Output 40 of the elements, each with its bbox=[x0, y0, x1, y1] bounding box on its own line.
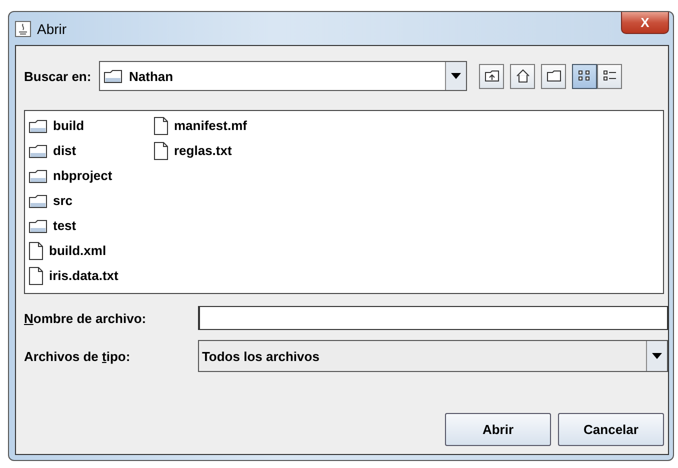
look-in-dropdown[interactable]: Nathan bbox=[99, 61, 467, 91]
window-title: Abrir bbox=[37, 20, 67, 36]
folder-icon bbox=[546, 68, 562, 84]
file-icon bbox=[154, 142, 168, 160]
caret-icon bbox=[652, 353, 662, 359]
view-toggle-button[interactable] bbox=[597, 64, 622, 88]
file-name-label: Nombre de archivo: bbox=[24, 310, 148, 326]
folder-name[interactable]: dist bbox=[53, 143, 76, 158]
file-type-label: Archivos de tipo: bbox=[24, 348, 132, 364]
file-name[interactable]: manifest.mf bbox=[174, 118, 247, 133]
close-button[interactable]: X bbox=[621, 12, 669, 34]
folder-name[interactable]: src bbox=[53, 193, 73, 208]
file-icon bbox=[29, 242, 43, 260]
caret-icon bbox=[451, 73, 461, 79]
folder-icon bbox=[29, 118, 47, 132]
folder-icon bbox=[29, 144, 47, 158]
file-icon bbox=[29, 266, 43, 284]
dialog-button[interactable]: Abrir bbox=[445, 413, 551, 446]
file-type-dropdown[interactable]: Todos los archivos bbox=[198, 340, 668, 372]
look-in-label: Buscar en: bbox=[24, 68, 92, 84]
folder-icon bbox=[29, 168, 47, 182]
folder-icon bbox=[29, 218, 47, 232]
app-icon bbox=[15, 20, 31, 36]
folder-icon bbox=[104, 69, 122, 83]
dialog-button[interactable]: Cancelar bbox=[558, 413, 664, 446]
toolbar-button[interactable] bbox=[541, 64, 566, 88]
file-name[interactable]: build.xml bbox=[49, 243, 106, 258]
view-toggle-button[interactable] bbox=[572, 64, 597, 88]
folder-name[interactable]: test bbox=[53, 218, 76, 233]
folder-icon bbox=[29, 194, 47, 208]
file-name[interactable]: iris.data.txt bbox=[49, 268, 118, 283]
folder-name[interactable]: nbproject bbox=[53, 168, 112, 183]
toolbar-button[interactable] bbox=[510, 64, 535, 88]
up-folder-icon bbox=[484, 68, 500, 84]
toolbar-button[interactable] bbox=[479, 64, 504, 88]
folder-name[interactable]: build bbox=[53, 118, 84, 133]
home-icon bbox=[514, 68, 530, 84]
file-name-field[interactable] bbox=[198, 306, 668, 330]
file-name[interactable]: reglas.txt bbox=[174, 143, 232, 158]
file-icon bbox=[154, 116, 168, 134]
